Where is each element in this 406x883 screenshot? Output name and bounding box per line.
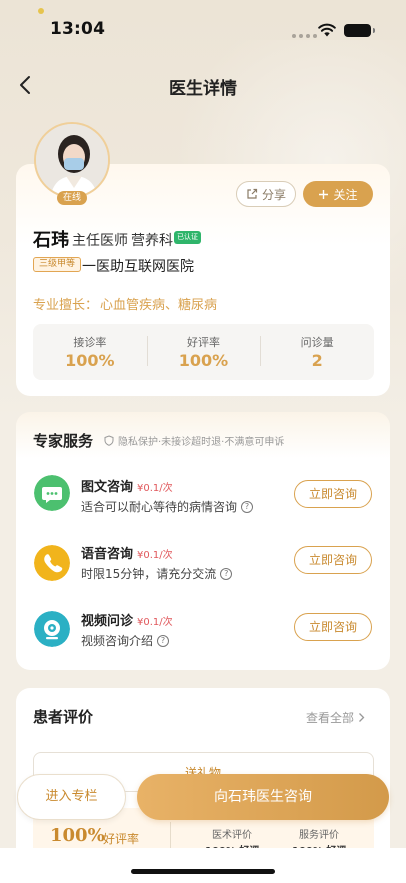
- video-icon: [34, 611, 70, 647]
- privacy-text: 隐私保护·未接诊超时退·不满意可申诉: [118, 437, 285, 448]
- view-all-label: 查看全部: [306, 711, 355, 725]
- service-price: ¥0.1/次: [137, 550, 173, 561]
- stats-panel: 接诊率 100% 好评率 100% 问诊量 2: [33, 324, 374, 380]
- enter-column-button[interactable]: 进入专栏: [17, 774, 126, 820]
- consult-now-button-video[interactable]: 立即咨询: [294, 613, 372, 641]
- service-desc: 适合可以耐心等待的病情咨询?: [81, 498, 254, 515]
- stat-consult-count: 问诊量 2: [260, 324, 374, 380]
- service-rating-label: 服务评价: [299, 830, 339, 841]
- privacy-note: 隐私保护·未接诊超时退·不满意可申诉: [104, 433, 284, 448]
- stat-positive-rate: 好评率 100%: [146, 324, 261, 380]
- online-badge: 在线: [57, 191, 87, 205]
- follow-button[interactable]: 关注: [303, 181, 373, 207]
- hospital-name: 一医助互联网医院: [82, 259, 194, 275]
- doctor-name: 石玮: [33, 230, 69, 251]
- stat-value: 100%: [178, 351, 229, 370]
- stat-label: 问诊量: [300, 336, 334, 349]
- chat-icon: [34, 475, 70, 511]
- help-icon[interactable]: ?: [220, 567, 233, 580]
- view-all-link[interactable]: 查看全部: [306, 709, 365, 726]
- consult-now-button-text[interactable]: 立即咨询: [294, 480, 372, 508]
- medical-rating-label: 医术评价: [212, 830, 252, 841]
- phone-icon: [34, 545, 70, 581]
- stat-label: 接诊率: [73, 336, 107, 349]
- positive-rate-label: 好评率: [103, 832, 140, 846]
- chevron-right-icon: [359, 713, 365, 722]
- wifi-icon: [318, 23, 336, 37]
- share-label: 分享: [261, 187, 286, 202]
- service-desc-text: 时限15分钟，请充分交流: [81, 567, 217, 581]
- signal-dots-icon: [292, 34, 317, 38]
- share-button[interactable]: 分享: [236, 181, 296, 207]
- specialty-label: 专业擅长：: [33, 298, 99, 313]
- service-name: 语音咨询: [81, 547, 134, 562]
- verified-badge: 已认证: [174, 231, 201, 244]
- follow-label: 关注: [333, 187, 358, 202]
- consult-now-button-voice[interactable]: 立即咨询: [294, 546, 372, 574]
- plus-icon: [319, 189, 329, 199]
- home-bar-area: [0, 848, 406, 883]
- stat-label: 好评率: [187, 336, 220, 349]
- services-title: 专家服务: [33, 432, 94, 450]
- camera-indicator: [38, 8, 44, 14]
- consult-doctor-button[interactable]: 向石玮医生咨询: [137, 774, 389, 820]
- stat-value: 100%: [65, 351, 115, 370]
- service-price: ¥0.1/次: [137, 617, 173, 628]
- status-time: 13:04: [50, 19, 106, 39]
- specialty-value: 心血管疾病、糖尿病: [100, 298, 218, 313]
- service-name: 视频问诊: [81, 614, 134, 629]
- service-desc-text: 视频咨询介绍: [81, 634, 154, 648]
- share-icon: [247, 188, 258, 199]
- positive-rate-value: 100%: [50, 825, 105, 846]
- home-indicator[interactable]: [131, 869, 275, 874]
- stat-value: 2: [311, 351, 323, 370]
- doctor-title: 主任医师: [72, 233, 128, 249]
- service-name: 图文咨询: [81, 480, 134, 495]
- service-desc-text: 适合可以耐心等待的病情咨询: [81, 500, 238, 514]
- service-desc: 时限15分钟，请充分交流?: [81, 565, 233, 582]
- doctor-avatar: [34, 122, 110, 198]
- reviews-title: 患者评价: [33, 708, 94, 726]
- doctor-department: 营养科: [131, 233, 173, 249]
- battery-icon: [344, 24, 375, 37]
- chevron-left-icon: [20, 76, 30, 94]
- hospital-grade-badge: 三级甲等: [33, 257, 82, 272]
- service-price: ¥0.1/次: [137, 483, 173, 494]
- page-title: 医生详情: [169, 79, 237, 99]
- stat-acceptance-rate: 接诊率 100%: [33, 324, 147, 380]
- help-icon[interactable]: ?: [241, 500, 254, 513]
- back-button[interactable]: [16, 74, 36, 96]
- service-desc: 视频咨询介绍?: [81, 632, 170, 649]
- help-icon[interactable]: ?: [157, 634, 170, 647]
- shield-icon: [104, 435, 114, 446]
